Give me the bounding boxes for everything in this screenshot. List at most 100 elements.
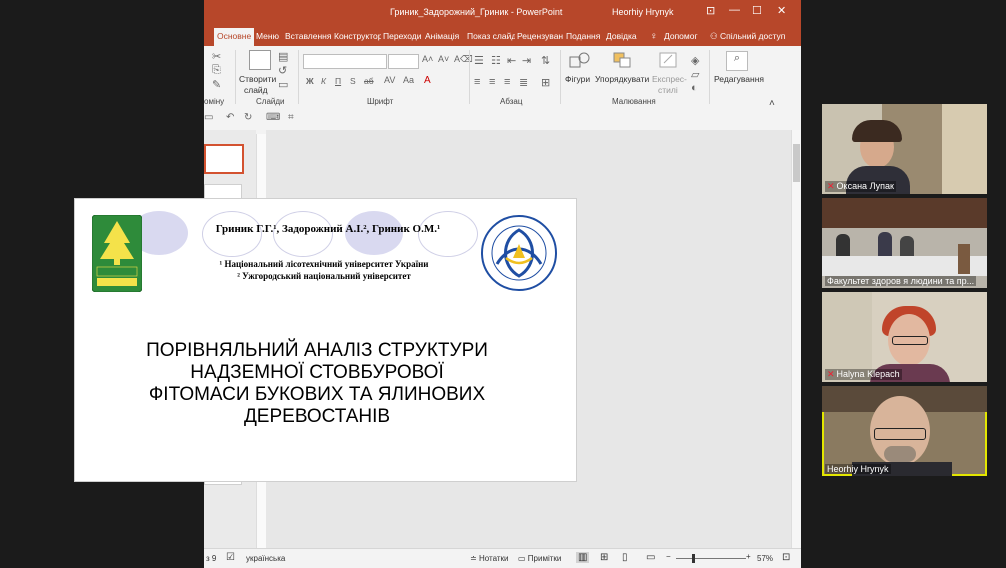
indent-icon[interactable]: ⇤ — [507, 54, 516, 67]
search-icon[interactable]: ⌕ — [726, 51, 748, 71]
arrange-icon[interactable] — [612, 51, 634, 69]
comment-icon: ▭ — [518, 554, 528, 563]
font-name-combo[interactable] — [303, 54, 387, 69]
text-direction-icon[interactable]: ⇅ — [541, 54, 550, 67]
slide-title-line: НАДЗЕМНОЇ СТОВБУРОВОЇ — [190, 362, 444, 383]
group-divider — [560, 50, 561, 104]
customize-icon[interactable]: ⌗ — [288, 112, 294, 123]
change-case-icon[interactable]: Aa — [403, 75, 414, 85]
lightbulb-icon[interactable]: ♀ — [650, 30, 658, 44]
slide-authors: Гриник Г.Г.¹, Задорожний А.І.², Гриник О… — [215, 223, 441, 235]
increase-font-icon[interactable]: A˄ — [422, 54, 433, 64]
current-slide[interactable]: Гриник Г.Г.¹, Задорожний А.І.², Гриник О… — [74, 198, 577, 482]
shapes-icon[interactable] — [569, 51, 591, 69]
slide-affiliation-2: ² Ужгородський національний університет — [237, 271, 411, 281]
italic-button[interactable]: К — [321, 76, 326, 86]
maximize-icon[interactable]: ☐ — [752, 4, 762, 17]
justify-icon[interactable]: ≣ — [519, 76, 528, 89]
participant-video-active-speaker[interactable]: Heorhiy Hrynyk — [822, 386, 987, 476]
zoom-slider[interactable] — [676, 558, 746, 559]
shapes-button[interactable]: Фігури — [565, 74, 590, 84]
minimize-icon[interactable]: — — [729, 4, 740, 16]
new-slide-button[interactable]: Створити — [239, 74, 276, 84]
reset-icon[interactable]: ↺ — [278, 64, 287, 77]
arrange-glyph — [613, 52, 631, 68]
slide-title-line: ПОРІВНЯЛЬНИЙ АНАЛІЗ СТРУКТУРИ — [146, 340, 488, 361]
tab-insert[interactable]: Вставлення — [285, 28, 333, 46]
bold-button[interactable]: Ж — [306, 76, 314, 86]
notes-button[interactable]: ≐ Нотатки — [470, 554, 508, 563]
outdent-icon[interactable]: ⇥ — [522, 54, 531, 67]
tab-view[interactable]: Подання — [566, 28, 604, 46]
format-painter-icon[interactable]: ✎ — [212, 78, 221, 91]
section-icon[interactable]: ▭ — [278, 78, 288, 91]
start-slideshow-icon[interactable]: ▭ — [204, 112, 213, 123]
language-label[interactable]: українська — [246, 554, 285, 563]
thumbnail-slide-1[interactable] — [204, 144, 244, 174]
tab-design[interactable]: Конструктор — [334, 28, 381, 46]
editing-button[interactable]: Редагування — [714, 74, 764, 84]
tab-transitions[interactable]: Переходи — [383, 28, 423, 46]
smartart-icon[interactable]: ⊞ — [541, 76, 550, 89]
zoom-level[interactable]: 57% — [757, 554, 773, 563]
copy-icon[interactable]: ⎘ — [212, 64, 221, 77]
tab-menu[interactable]: Меню — [256, 28, 284, 46]
arrange-button[interactable]: Упорядкувати — [595, 74, 649, 84]
redo-icon[interactable]: ↻ — [244, 112, 252, 123]
quick-styles-icon[interactable] — [658, 51, 680, 69]
shadow-button[interactable]: S — [350, 76, 356, 86]
normal-view-icon[interactable]: ▥ — [576, 552, 590, 563]
numbering-icon[interactable]: ☷ — [491, 54, 501, 67]
slide-title: ПОРІВНЯЛЬНИЙ АНАЛІЗ СТРУКТУРИ НАДЗЕМНОЇ … — [115, 340, 519, 428]
tab-home[interactable]: Основне — [214, 28, 255, 46]
spellcheck-icon[interactable]: ☑ — [226, 552, 235, 563]
presentation-icon[interactable]: ⌨ — [266, 112, 280, 123]
slideshow-view-icon[interactable]: ▭ — [646, 552, 655, 563]
align-right-icon[interactable]: ≡ — [504, 76, 510, 88]
status-bar: з 9 ☑ українська ≐ Нотатки ▭ Примітки ▥ … — [204, 548, 801, 568]
new-slide-icon[interactable] — [249, 50, 271, 70]
underline-button[interactable]: П — [335, 76, 341, 86]
align-center-icon[interactable]: ≡ — [489, 76, 495, 88]
bullets-icon[interactable]: ☰ — [474, 54, 484, 67]
shape-fill-icon[interactable]: ◈ — [691, 54, 699, 67]
editor-scrollbar[interactable] — [791, 130, 801, 548]
zoom-out-icon[interactable]: − — [666, 552, 671, 561]
font-color-icon[interactable]: A — [424, 75, 431, 86]
participant-name: ✕ Оксана Лупак — [825, 181, 896, 192]
close-icon[interactable]: ✕ — [777, 4, 786, 17]
participant-name: Факультет здоров я людини та пр... — [825, 276, 977, 286]
scrollbar-thumb[interactable] — [793, 144, 800, 182]
comments-button[interactable]: ▭ Примітки — [518, 554, 561, 563]
share-button[interactable]: ⚇ Спільний доступ — [710, 31, 785, 42]
decrease-font-icon[interactable]: A˅ — [438, 54, 449, 64]
shape-outline-icon[interactable]: ▱ — [691, 68, 699, 81]
shape-effects-icon[interactable]: ◐ — [691, 82, 698, 94]
group-divider — [235, 50, 236, 104]
person-icon: ⚇ — [710, 31, 720, 41]
tab-slideshow[interactable]: Показ слайд — [467, 28, 515, 46]
spacing-icon[interactable]: AV — [384, 75, 395, 85]
user-name[interactable]: Heorhiy Hrynyk — [612, 7, 674, 17]
layout-icon[interactable]: ▤ — [278, 50, 288, 63]
strikethrough-button[interactable]: аб — [364, 76, 374, 86]
slide-sorter-icon[interactable]: ⊞ — [600, 552, 608, 563]
reading-view-icon[interactable]: ▯ — [622, 552, 628, 563]
undo-icon[interactable]: ↶ — [226, 112, 234, 123]
zoom-slider-thumb[interactable] — [692, 554, 695, 563]
quick-styles-button[interactable]: Експрес- — [652, 74, 687, 84]
ribbon-display-icon[interactable]: ⊡ — [706, 4, 715, 17]
fit-to-window-icon[interactable]: ⊡ — [782, 552, 790, 563]
nltu-logo — [91, 214, 143, 293]
cut-icon[interactable]: ✂ — [212, 50, 221, 63]
tab-tell-me[interactable]: Допомог — [664, 28, 702, 46]
tab-help[interactable]: Довідка — [606, 28, 642, 46]
participant-video[interactable]: ✕ Оксана Лупак — [822, 104, 987, 194]
tab-animations[interactable]: Анімація — [425, 28, 465, 46]
participant-video[interactable]: Факультет здоров я людини та пр... — [822, 198, 987, 288]
font-size-combo[interactable] — [388, 54, 419, 69]
zoom-in-icon[interactable]: + — [746, 552, 751, 561]
tab-review[interactable]: Рецензуван — [517, 28, 564, 46]
align-left-icon[interactable]: ≡ — [474, 76, 480, 88]
participant-video[interactable]: ✕ Halyna Klepach — [822, 292, 987, 382]
